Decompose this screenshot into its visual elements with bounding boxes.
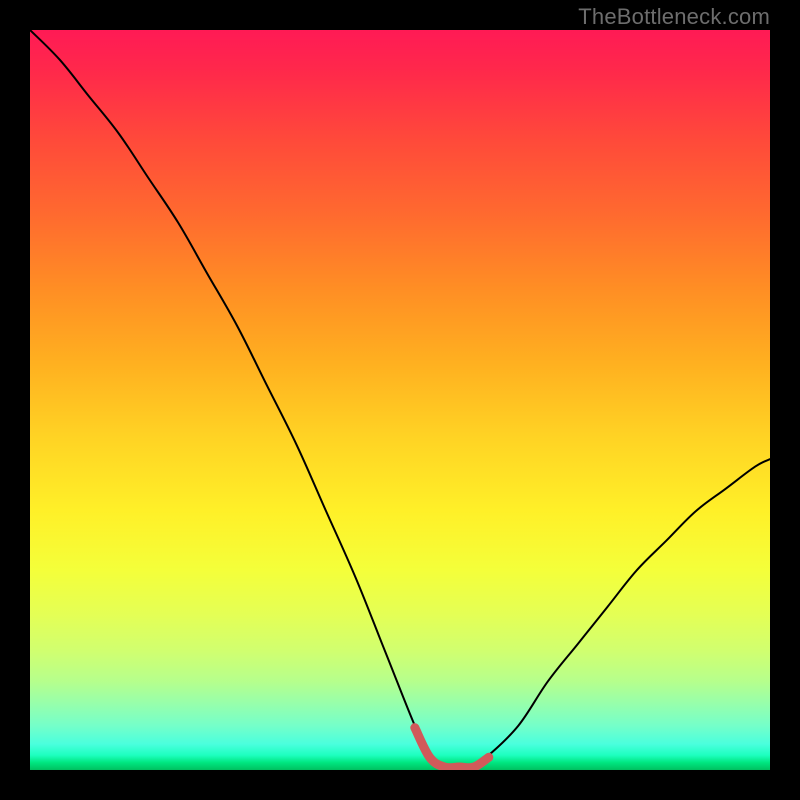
bottleneck-curve [30, 30, 770, 770]
valley-highlight [415, 728, 489, 768]
watermark-text: TheBottleneck.com [578, 4, 770, 30]
curve-layer [30, 30, 770, 770]
plot-area [30, 30, 770, 770]
chart-frame: TheBottleneck.com [0, 0, 800, 800]
